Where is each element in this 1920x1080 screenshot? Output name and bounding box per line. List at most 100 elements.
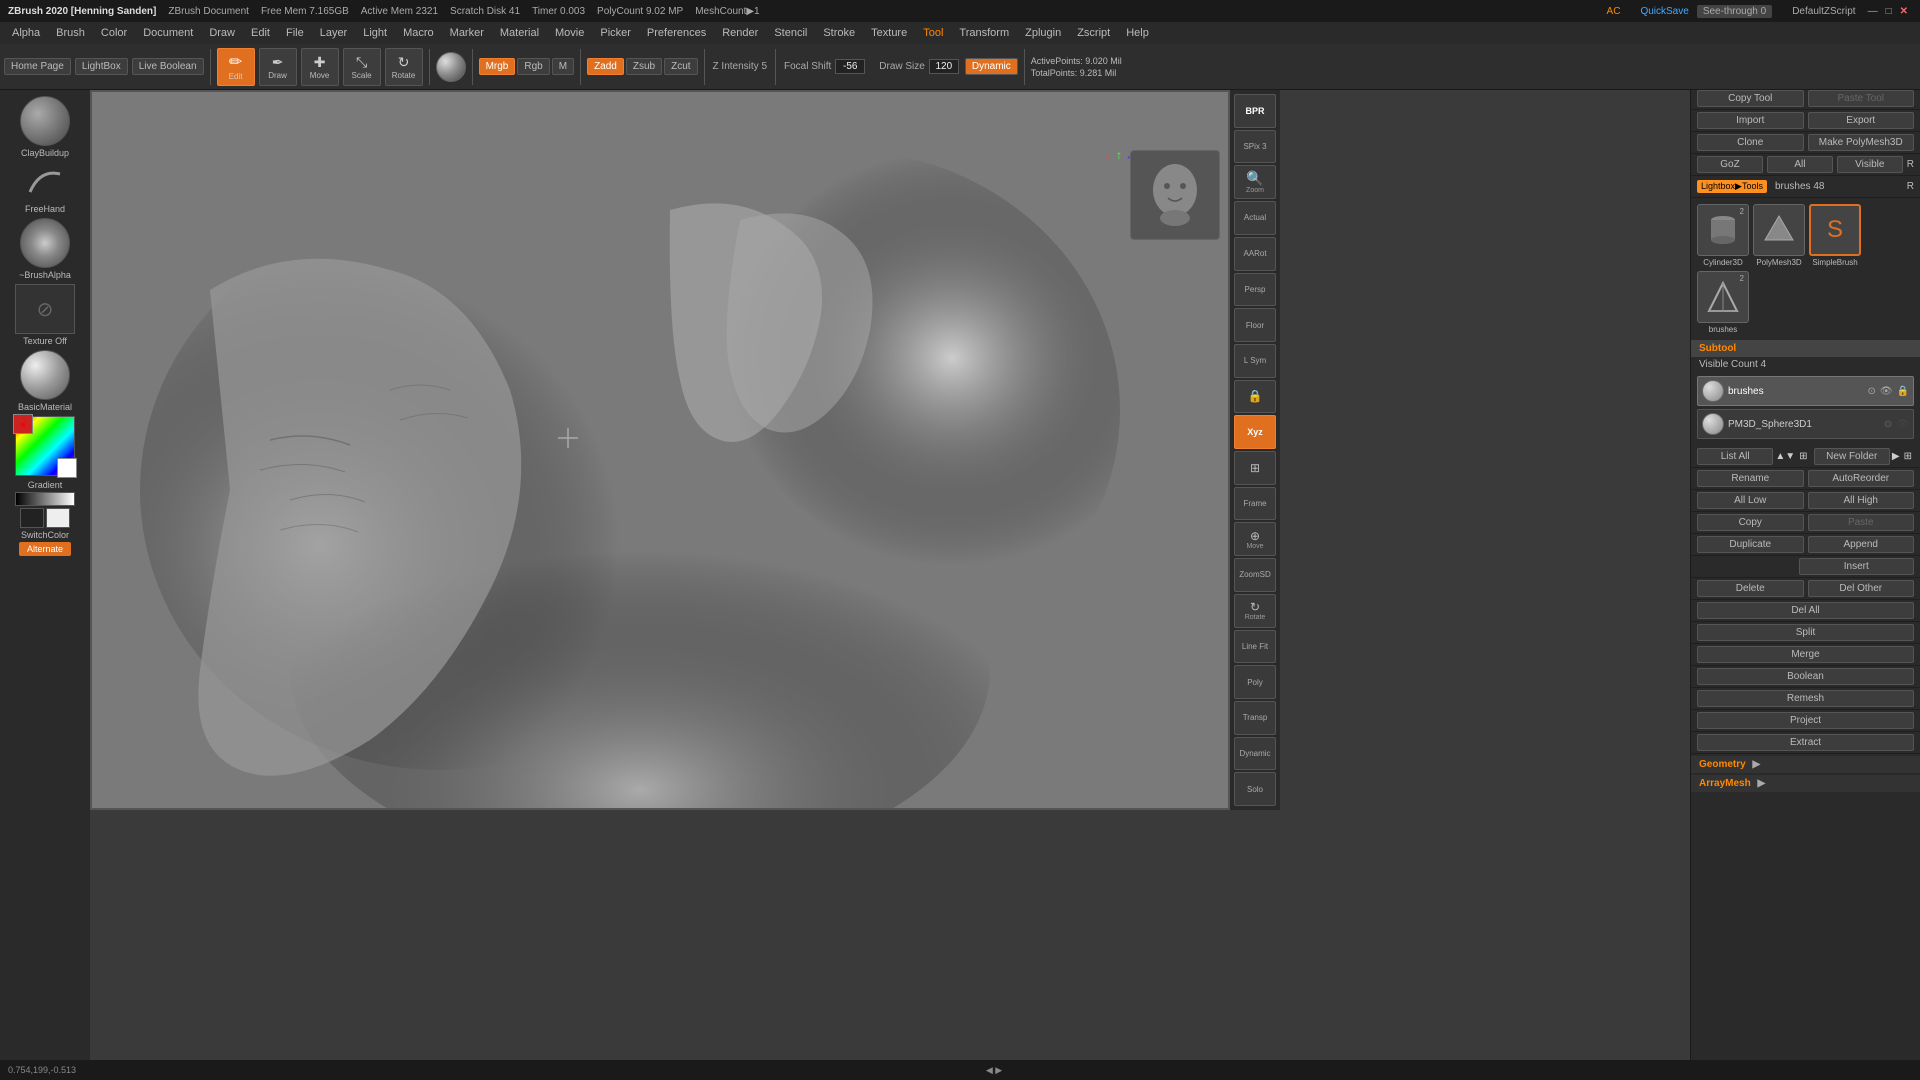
live-boolean-btn[interactable]: Live Boolean: [132, 58, 204, 75]
aarot-btn[interactable]: AARot: [1234, 237, 1276, 271]
menu-item-alpha[interactable]: Alpha: [4, 25, 48, 41]
cylinder3d-brush[interactable]: 2 Cylinder3D: [1697, 204, 1749, 267]
merge-btn[interactable]: Merge: [1697, 646, 1914, 663]
export-btn[interactable]: Export: [1808, 112, 1915, 129]
quicksave-btn[interactable]: QuickSave: [1640, 6, 1688, 17]
menu-item-layer[interactable]: Layer: [312, 25, 356, 41]
transp-btn[interactable]: Transp: [1234, 701, 1276, 735]
actual-btn[interactable]: Actual: [1234, 201, 1276, 235]
move-btn[interactable]: ✚ Move: [301, 48, 339, 86]
del-all-btn[interactable]: Del All: [1697, 602, 1914, 619]
append-btn[interactable]: Append: [1808, 536, 1915, 553]
menu-item-file[interactable]: File: [278, 25, 312, 41]
zsub-btn[interactable]: Zsub: [626, 58, 662, 75]
floor-btn[interactable]: Floor: [1234, 308, 1276, 342]
default-script[interactable]: DefaultZScript: [1792, 6, 1855, 17]
copy-tool-btn[interactable]: Copy Tool: [1697, 90, 1804, 107]
subtool-brushes-lock[interactable]: 🔒: [1897, 386, 1909, 397]
color-picker-area[interactable]: ■: [7, 416, 83, 476]
persp-btn[interactable]: Persp: [1234, 273, 1276, 307]
poly-btn[interactable]: Poly: [1234, 665, 1276, 699]
brush-alpha[interactable]: ~BrushAlpha: [7, 218, 83, 280]
menu-item-document[interactable]: Document: [135, 25, 201, 41]
clone-btn[interactable]: Clone: [1697, 134, 1804, 151]
basic-material[interactable]: BasicMaterial: [7, 350, 83, 412]
alternate-btn[interactable]: Alternate: [19, 542, 71, 556]
linefit-btn[interactable]: Line Fit: [1234, 630, 1276, 664]
subtool-brushes-eye[interactable]: 👁: [1880, 386, 1893, 397]
brushes-brush[interactable]: 2 brushes: [1697, 271, 1749, 334]
menu-item-picker[interactable]: Picker: [592, 25, 639, 41]
rgb-btn[interactable]: Rgb: [517, 58, 549, 75]
move-icon-btn[interactable]: ⊕ Move: [1234, 522, 1276, 556]
viewport[interactable]: → ↑ ↗: [90, 90, 1230, 810]
menu-item-render[interactable]: Render: [714, 25, 766, 41]
lightbox-btn[interactable]: LightBox: [75, 58, 128, 75]
mrgb-btn[interactable]: Mrgb: [479, 58, 516, 75]
zcut-btn[interactable]: Zcut: [664, 58, 697, 75]
extract-btn[interactable]: Extract: [1697, 734, 1914, 751]
close-btn[interactable]: ✕: [1900, 6, 1908, 17]
rotate-icon-btn[interactable]: ↻ Rotate: [1234, 594, 1276, 628]
minimize-btn[interactable]: —: [1868, 6, 1878, 17]
menu-item-zplugin[interactable]: Zplugin: [1017, 25, 1069, 41]
see-through-btn[interactable]: See-through 0: [1697, 5, 1772, 18]
boolean-btn[interactable]: Boolean: [1697, 668, 1914, 685]
draw-btn[interactable]: ✒ Draw: [259, 48, 297, 86]
edit-btn[interactable]: ✏ Edit: [217, 48, 255, 86]
insert-btn[interactable]: Insert: [1799, 558, 1915, 575]
menu-item-edit[interactable]: Edit: [243, 25, 278, 41]
dynamic-btn[interactable]: Dynamic: [965, 58, 1018, 75]
subtool-sphere-slider[interactable]: ⊙: [1884, 419, 1892, 430]
rename-btn[interactable]: Rename: [1697, 470, 1804, 487]
import-btn[interactable]: Import: [1697, 112, 1804, 129]
menu-item-light[interactable]: Light: [355, 25, 395, 41]
rotate-btn[interactable]: ↻ Rotate: [385, 48, 423, 86]
color-fg-swatch[interactable]: ■: [13, 414, 33, 434]
head-preview[interactable]: [1130, 150, 1220, 240]
menu-item-material[interactable]: Material: [492, 25, 547, 41]
subtool-sphere[interactable]: PM3D_Sphere3D1 ⊙ 👁: [1697, 409, 1914, 439]
allhigh-btn[interactable]: All High: [1808, 492, 1915, 509]
lsym-btn[interactable]: L Sym: [1234, 344, 1276, 378]
list-all-btn[interactable]: List All: [1697, 448, 1773, 465]
menu-item-marker[interactable]: Marker: [442, 25, 492, 41]
lock-btn[interactable]: 🔒: [1234, 380, 1276, 414]
frame-btn[interactable]: Frame: [1234, 487, 1276, 521]
visible-btn[interactable]: Visible: [1837, 156, 1903, 173]
menu-item-tool[interactable]: Tool: [915, 25, 951, 41]
remesh-btn[interactable]: Remesh: [1697, 690, 1914, 707]
sculpt-canvas[interactable]: → ↑ ↗: [90, 90, 1230, 810]
make-polymesh-btn[interactable]: Make PolyMesh3D: [1808, 134, 1915, 151]
new-folder-btn[interactable]: New Folder: [1814, 448, 1890, 465]
goz-btn[interactable]: GoZ: [1697, 156, 1763, 173]
grid-btn[interactable]: ⊞: [1234, 451, 1276, 485]
solo-btn[interactable]: Solo: [1234, 772, 1276, 806]
arraymesh-section[interactable]: ArrayMesh ▶: [1691, 775, 1920, 792]
zoom-btn[interactable]: 🔍 Zoom: [1234, 165, 1276, 199]
lightbox-tools-btn[interactable]: Lightbox▶Tools: [1697, 180, 1767, 193]
subtool-sphere-eye[interactable]: 👁: [1896, 419, 1909, 430]
draw-size-val[interactable]: 120: [929, 59, 959, 74]
home-page-btn[interactable]: Home Page: [4, 58, 71, 75]
geometry-section[interactable]: Geometry ▶: [1691, 756, 1920, 773]
scale-btn[interactable]: ⤡ Scale: [343, 48, 381, 86]
simplebrush-brush[interactable]: S SimpleBrush: [1809, 204, 1861, 267]
menu-item-draw[interactable]: Draw: [201, 25, 243, 41]
bpr-btn[interactable]: BPR: [1234, 94, 1276, 128]
menu-item-movie[interactable]: Movie: [547, 25, 592, 41]
texture-off[interactable]: ⊘ Texture Off: [7, 284, 83, 346]
menu-item-macro[interactable]: Macro: [395, 25, 442, 41]
zadd-btn[interactable]: Zadd: [587, 58, 624, 75]
maximize-btn[interactable]: □: [1886, 6, 1892, 17]
polymesh3d-brush[interactable]: PolyMesh3D: [1753, 204, 1805, 267]
all-btn[interactable]: All: [1767, 156, 1833, 173]
xyz-btn[interactable]: Xyz: [1234, 415, 1276, 449]
delete-btn[interactable]: Delete: [1697, 580, 1804, 597]
menu-item-help[interactable]: Help: [1118, 25, 1157, 41]
paste-tool-btn[interactable]: Paste Tool: [1808, 90, 1915, 107]
menu-item-texture[interactable]: Texture: [863, 25, 915, 41]
color-bg-swatch[interactable]: [57, 458, 77, 478]
swatch-black[interactable]: [20, 508, 44, 528]
menu-item-zscript[interactable]: Zscript: [1069, 25, 1118, 41]
